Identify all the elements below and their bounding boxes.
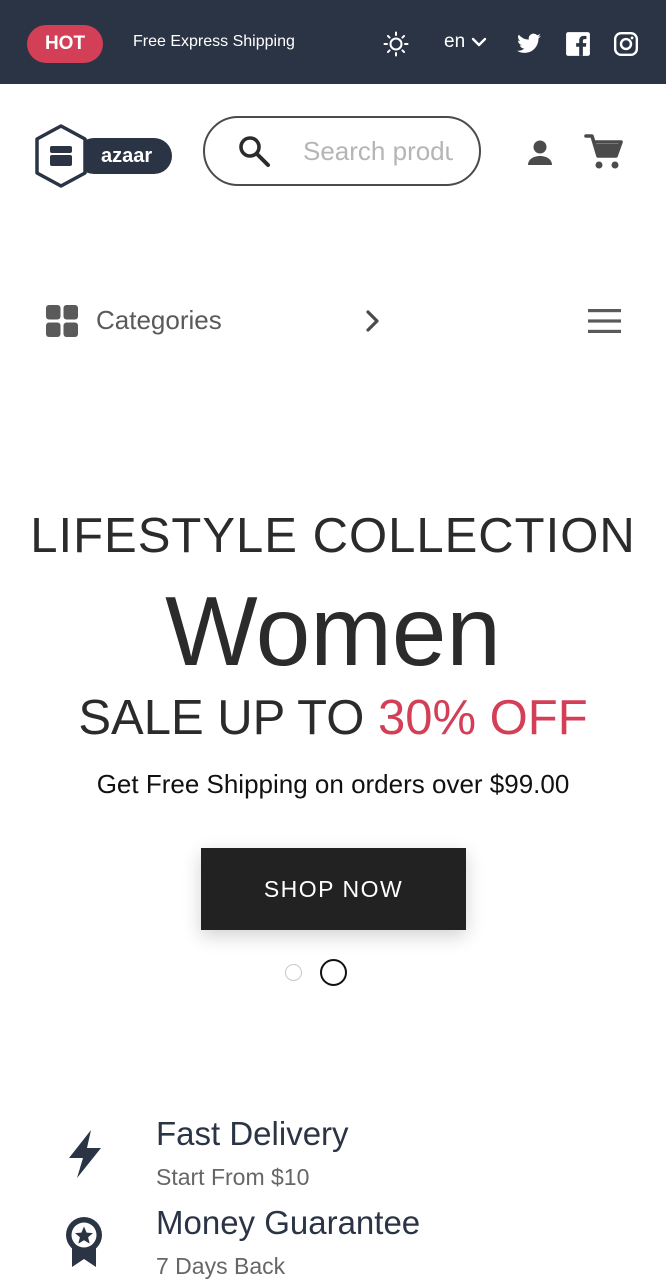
chevron-down-icon bbox=[471, 37, 487, 47]
shop-now-button[interactable]: SHOP NOW bbox=[201, 848, 466, 930]
brand-logo[interactable]: azaar bbox=[32, 124, 174, 188]
top-bar: HOT Free Express Shipping en bbox=[0, 0, 666, 84]
carousel-dot-active[interactable] bbox=[320, 959, 347, 986]
feature-title: Money Guarantee bbox=[156, 1204, 421, 1241]
cart-icon[interactable] bbox=[584, 132, 624, 172]
search-bar[interactable] bbox=[203, 116, 481, 186]
language-selector[interactable]: en bbox=[444, 31, 487, 53]
hero-sale-prefix: SALE UP TO bbox=[78, 691, 378, 745]
shipping-promo-text: Free Express Shipping bbox=[133, 33, 295, 50]
hamburger-menu-icon[interactable] bbox=[588, 309, 621, 333]
feature-subtitle: 7 Days Back bbox=[156, 1253, 286, 1279]
feature-subtitle: Start From $10 bbox=[156, 1164, 310, 1190]
hero-kicker: LIFESTYLE COLLECTION bbox=[30, 509, 636, 563]
facebook-icon[interactable] bbox=[565, 31, 591, 57]
grid-icon[interactable] bbox=[46, 305, 78, 337]
search-icon[interactable] bbox=[237, 134, 271, 168]
user-icon[interactable] bbox=[524, 137, 556, 169]
award-badge-icon bbox=[66, 1217, 102, 1267]
hero-sale-text: SALE UP TO 30% OFF bbox=[0, 690, 666, 746]
instagram-icon[interactable] bbox=[613, 31, 639, 57]
hero-sale-accent: 30% OFF bbox=[377, 691, 588, 745]
language-label: en bbox=[444, 31, 466, 52]
search-input[interactable] bbox=[303, 135, 453, 167]
feature-title: Fast Delivery bbox=[156, 1115, 349, 1152]
lightning-icon bbox=[69, 1130, 101, 1178]
carousel-dot[interactable] bbox=[285, 964, 302, 981]
categories-label[interactable]: Categories bbox=[96, 305, 222, 336]
chevron-right-icon[interactable] bbox=[360, 308, 386, 334]
logo-text: azaar bbox=[101, 145, 152, 167]
hero-title: Women bbox=[165, 576, 501, 686]
twitter-icon[interactable] bbox=[516, 31, 542, 57]
hot-badge: HOT bbox=[27, 25, 103, 63]
hero-subtitle: Get Free Shipping on orders over $99.00 bbox=[96, 769, 570, 799]
sun-icon[interactable] bbox=[383, 31, 409, 57]
